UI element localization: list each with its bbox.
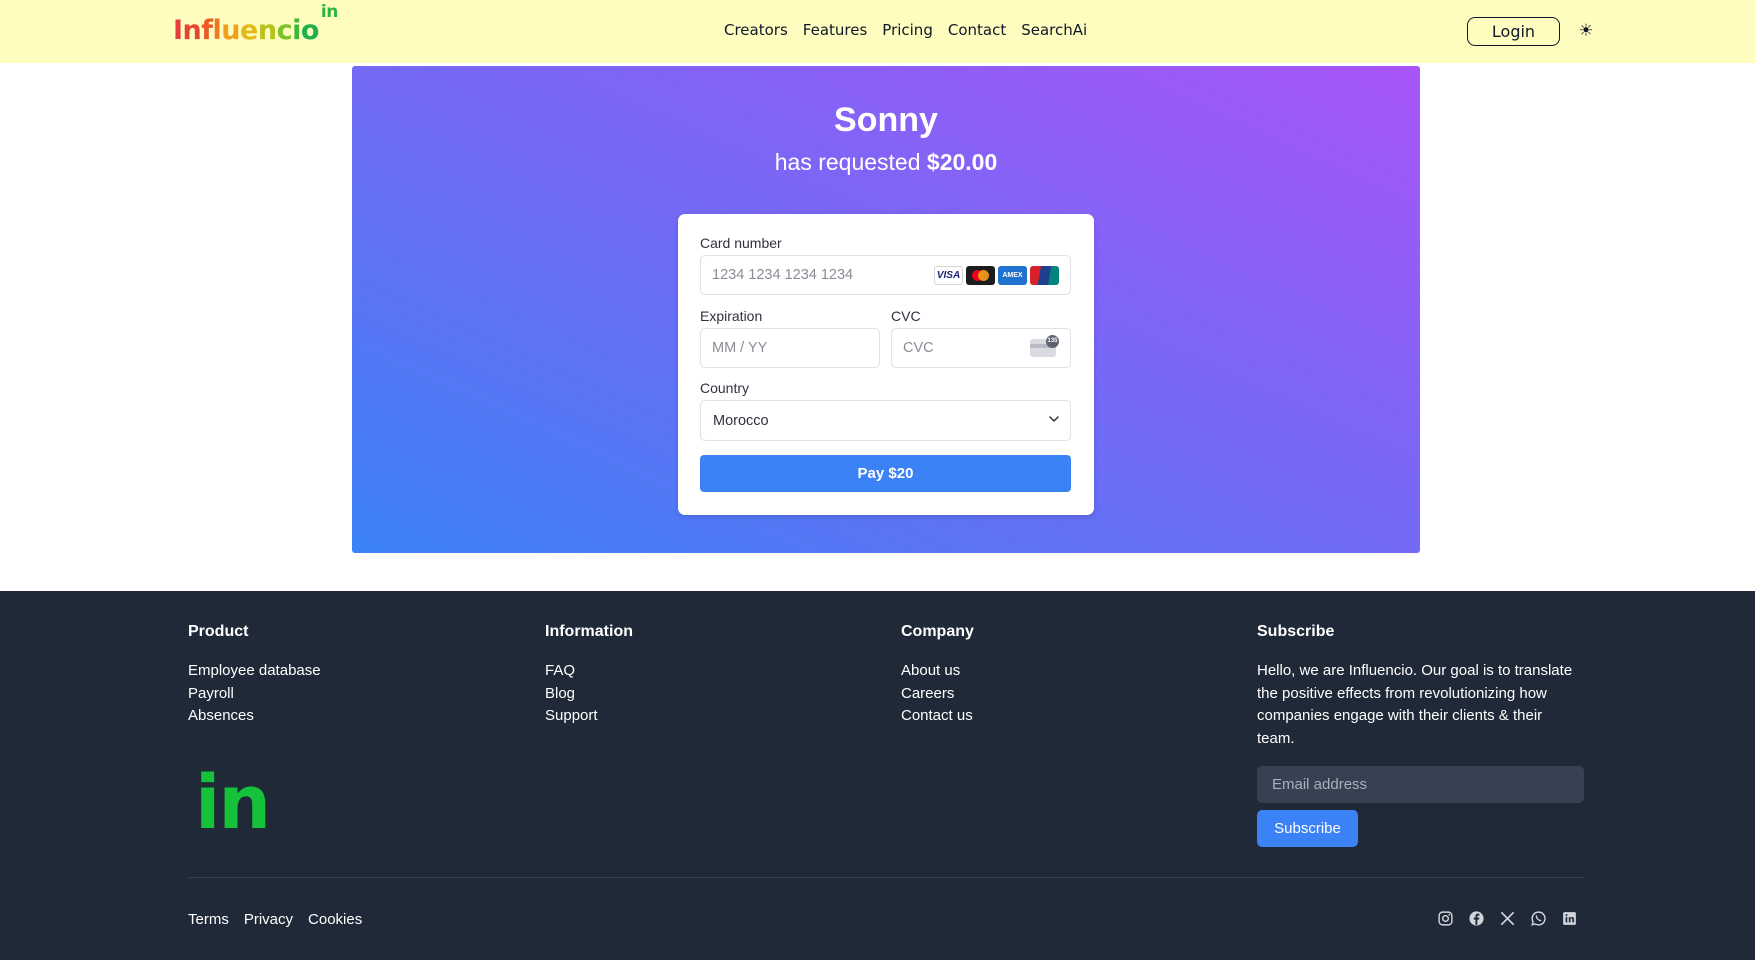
chevron-down-icon bbox=[1049, 416, 1059, 422]
footer-column-product: Product Employee database Payroll Absenc… bbox=[188, 623, 321, 728]
footer-column-title: Product bbox=[188, 623, 249, 640]
footer-link-blog[interactable]: Blog bbox=[545, 683, 633, 706]
logo-letter: c bbox=[276, 15, 293, 46]
payment-request-banner: Sonny has requested $20.00 Card number V… bbox=[352, 66, 1420, 553]
logo-letter: o bbox=[300, 15, 320, 46]
payment-form: Card number VISA AMEX Expiration CVC 135… bbox=[678, 214, 1094, 515]
login-button[interactable]: Login bbox=[1467, 17, 1560, 46]
instagram-icon[interactable] bbox=[1437, 910, 1454, 927]
subscribe-button[interactable]: Subscribe bbox=[1257, 810, 1358, 847]
country-value: Morocco bbox=[713, 413, 769, 429]
nav-creators[interactable]: Creators bbox=[724, 21, 788, 39]
footer-divider bbox=[188, 877, 1584, 878]
footer: Product Employee database Payroll Absenc… bbox=[0, 591, 1755, 960]
footer-column-title: Information bbox=[545, 623, 633, 640]
cvc-card-icon: 135 bbox=[1030, 335, 1059, 357]
influencio-logo[interactable]: Influencioin bbox=[173, 2, 338, 46]
logo-superscript: in bbox=[320, 2, 338, 22]
facebook-icon[interactable] bbox=[1468, 910, 1485, 927]
footer-logo: in bbox=[195, 760, 271, 846]
amex-icon: AMEX bbox=[998, 266, 1027, 285]
requester-name: Sonny bbox=[834, 101, 938, 139]
nav-searchai[interactable]: SearchAi bbox=[1021, 21, 1087, 39]
footer-link-faq[interactable]: FAQ bbox=[545, 660, 633, 683]
terms-link[interactable]: Terms bbox=[188, 911, 229, 928]
whatsapp-icon[interactable] bbox=[1530, 910, 1547, 927]
nav-pricing[interactable]: Pricing bbox=[882, 21, 933, 39]
subscribe-description: Hello, we are Influencio. Our goal is to… bbox=[1257, 662, 1573, 747]
mastercard-icon bbox=[966, 266, 995, 285]
expiration-input[interactable] bbox=[700, 328, 880, 368]
request-prefix: has requested bbox=[774, 149, 921, 175]
linkedin-icon[interactable] bbox=[1561, 910, 1578, 927]
request-amount-line: has requested $20.00 bbox=[352, 149, 1420, 176]
visa-icon: VISA bbox=[934, 266, 963, 285]
logo-letter: I bbox=[173, 15, 183, 46]
footer-link-careers[interactable]: Careers bbox=[901, 683, 974, 706]
footer-link-support[interactable]: Support bbox=[545, 705, 633, 728]
footer-column-information: Information FAQ Blog Support bbox=[545, 623, 633, 728]
footer-link-absences[interactable]: Absences bbox=[188, 705, 321, 728]
unionpay-icon bbox=[1030, 266, 1059, 285]
country-label: Country bbox=[700, 380, 750, 396]
footer-link-contact-us[interactable]: Contact us bbox=[901, 705, 974, 728]
logo-letter: i bbox=[292, 15, 301, 46]
logo-letter: f bbox=[201, 15, 213, 46]
cookies-link[interactable]: Cookies bbox=[308, 911, 362, 928]
request-amount: $20.00 bbox=[926, 149, 998, 175]
logo-letter: u bbox=[221, 15, 241, 46]
logo-letter: n bbox=[182, 15, 202, 46]
card-brand-icons: VISA AMEX bbox=[934, 266, 1059, 285]
main-nav: Creators Features Pricing Contact Search… bbox=[724, 21, 1087, 39]
card-number-label: Card number bbox=[700, 235, 782, 251]
logo-letter: n bbox=[257, 15, 277, 46]
legal-links: Terms Privacy Cookies bbox=[188, 911, 362, 928]
footer-link-employee-database[interactable]: Employee database bbox=[188, 660, 321, 683]
expiration-label: Expiration bbox=[700, 308, 763, 324]
email-input[interactable] bbox=[1257, 766, 1584, 803]
country-select[interactable]: Morocco bbox=[700, 400, 1071, 441]
footer-column-title: Subscribe bbox=[1257, 623, 1335, 640]
footer-column-company: Company About us Careers Contact us bbox=[901, 623, 974, 728]
theme-toggle-sun-icon[interactable]: ☀ bbox=[1576, 19, 1596, 43]
nav-features[interactable]: Features bbox=[803, 21, 868, 39]
footer-column-subscribe: Subscribe Hello, we are Influencio. Our … bbox=[1257, 623, 1577, 750]
social-links bbox=[1437, 910, 1578, 927]
top-navbar: Influencioin Creators Features Pricing C… bbox=[0, 0, 1755, 63]
x-icon[interactable] bbox=[1499, 910, 1516, 927]
footer-column-title: Company bbox=[901, 623, 974, 640]
footer-link-payroll[interactable]: Payroll bbox=[188, 683, 321, 706]
logo-letter: l bbox=[212, 15, 222, 46]
privacy-link[interactable]: Privacy bbox=[244, 911, 293, 928]
nav-contact[interactable]: Contact bbox=[948, 21, 1006, 39]
logo-letter: e bbox=[240, 15, 258, 46]
cvc-label: CVC bbox=[891, 308, 921, 324]
pay-button[interactable]: Pay $20 bbox=[700, 455, 1071, 492]
footer-link-about-us[interactable]: About us bbox=[901, 660, 974, 683]
